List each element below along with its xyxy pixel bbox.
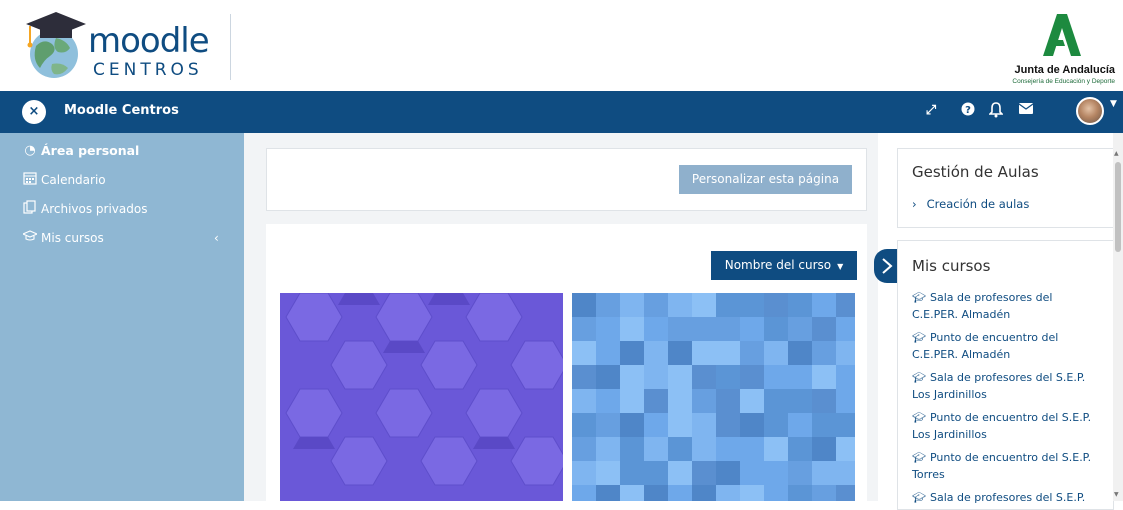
sort-button-label: Nombre del curso	[724, 258, 832, 272]
calendar-icon	[22, 171, 38, 189]
junta-logo: Junta de Andalucía Consejería de Educaci…	[995, 8, 1115, 88]
sidebar-item-archivos-privados[interactable]: Archivos privados	[22, 199, 147, 219]
banner-divider	[230, 14, 231, 80]
course-link[interactable]: 🎓︎ Punto de encuentro del C.E.PER. Almadé…	[912, 329, 1092, 363]
graduation-cap-icon: 🎓︎	[912, 451, 926, 464]
chevron-left-icon[interactable]: ‹	[214, 231, 219, 245]
course-link[interactable]: 🎓︎ Punto de encuentro del S.E.P. Torres	[912, 449, 1092, 483]
envelope-icon[interactable]	[1017, 102, 1035, 120]
course-link[interactable]: 🎓︎ Sala de profesores del C.E.PER. Almadé…	[912, 289, 1092, 323]
course-link-label: Punto de encuentro del S.E.P. Torres	[912, 451, 1092, 481]
course-link[interactable]: 🎓︎ Punto de encuentro del S.E.P. Los Jard…	[912, 409, 1092, 443]
sidebar-item-label: Calendario	[41, 173, 106, 187]
moodle-centros-logo[interactable]: moodle CENTROS	[16, 8, 216, 82]
svg-text:?: ?	[965, 105, 971, 116]
course-link-label: Sala de profesores del S.E.P.	[929, 491, 1086, 504]
graduation-cap-icon: 🎓︎	[912, 411, 926, 424]
junta-name: Junta de Andalucía	[1014, 64, 1115, 76]
link-label: Creación de aulas	[926, 197, 1030, 211]
sidebar-item-calendario[interactable]: Calendario	[22, 170, 106, 190]
block-title: Mis cursos	[912, 257, 991, 275]
course-card-image[interactable]	[280, 293, 563, 501]
top-navbar: × Moodle Centros ⤢ ?	[0, 91, 1123, 133]
files-icon	[22, 200, 38, 218]
junta-subtitle: Consejería de Educación y Deporte	[1012, 78, 1115, 85]
sidebar-item-area-personal[interactable]: ◔ Área personal	[22, 140, 139, 160]
fullscreen-icon[interactable]: ⤢	[922, 102, 940, 120]
junta-emblem-icon	[1043, 14, 1081, 56]
close-drawer-button[interactable]: ×	[22, 100, 46, 124]
user-menu-caret-icon[interactable]: ▼	[1110, 99, 1117, 109]
course-link[interactable]: 🎓︎ Sala de profesores del S.E.P.	[912, 489, 1092, 506]
sidebar-item-label: Mis cursos	[41, 231, 104, 245]
course-link-label: Sala de profesores del S.E.P. Los Jardin…	[912, 371, 1086, 401]
graduation-cap-icon: 🎓︎	[912, 291, 926, 304]
scroll-up-arrow-icon[interactable]: ▲	[1114, 150, 1119, 157]
course-link-label: Punto de encuentro del S.E.P. Los Jardin…	[912, 411, 1092, 441]
block-title: Gestión de Aulas	[912, 163, 1039, 181]
sidebar-item-label: Área personal	[41, 142, 140, 158]
caret-down-icon: ▼	[837, 262, 844, 271]
course-card-image[interactable]	[572, 293, 855, 501]
site-name-link[interactable]: Moodle Centros	[64, 103, 179, 118]
customize-page-button[interactable]: Personalizar esta página	[679, 165, 852, 194]
creacion-aulas-link[interactable]: › Creación de aulas	[912, 197, 1029, 211]
bell-icon[interactable]	[987, 102, 1005, 120]
graduation-cap-icon	[21, 230, 39, 246]
user-avatar[interactable]	[1076, 97, 1104, 125]
course-link-label: Sala de profesores del C.E.PER. Almadén	[912, 291, 1053, 321]
sort-courses-button[interactable]: Nombre del curso ▼	[711, 251, 857, 280]
sidebar-item-label: Archivos privados	[41, 202, 148, 216]
graduation-cap-icon: 🎓︎	[912, 331, 926, 344]
scrollbar-thumb[interactable]	[1115, 162, 1121, 252]
scroll-down-arrow-icon[interactable]: ▼	[1114, 491, 1119, 498]
block-mis-cursos: Mis cursos 🎓︎ Sala de profesores del C.E.…	[897, 240, 1114, 510]
chevron-right-icon	[882, 258, 893, 274]
graduation-cap-icon: 🎓︎	[912, 491, 926, 504]
help-icon[interactable]: ?	[959, 102, 977, 120]
course-link[interactable]: 🎓︎ Sala de profesores del S.E.P. Los Jard…	[912, 369, 1092, 403]
graduation-cap-icon: 🎓︎	[912, 371, 926, 384]
chevron-right-icon: ›	[912, 197, 917, 211]
logo-word: moodle	[88, 21, 209, 61]
logo-sub: CENTROS	[93, 60, 203, 80]
site-banner: moodle CENTROS Junta de Andalucía Consej…	[0, 0, 1123, 91]
course-link-label: Punto de encuentro del C.E.PER. Almadén	[912, 331, 1059, 361]
block-gestion-aulas: Gestión de Aulas › Creación de aulas	[897, 148, 1114, 228]
sidebar-item-mis-cursos[interactable]: Mis cursos	[21, 228, 104, 248]
dashboard-icon: ◔	[24, 142, 36, 158]
